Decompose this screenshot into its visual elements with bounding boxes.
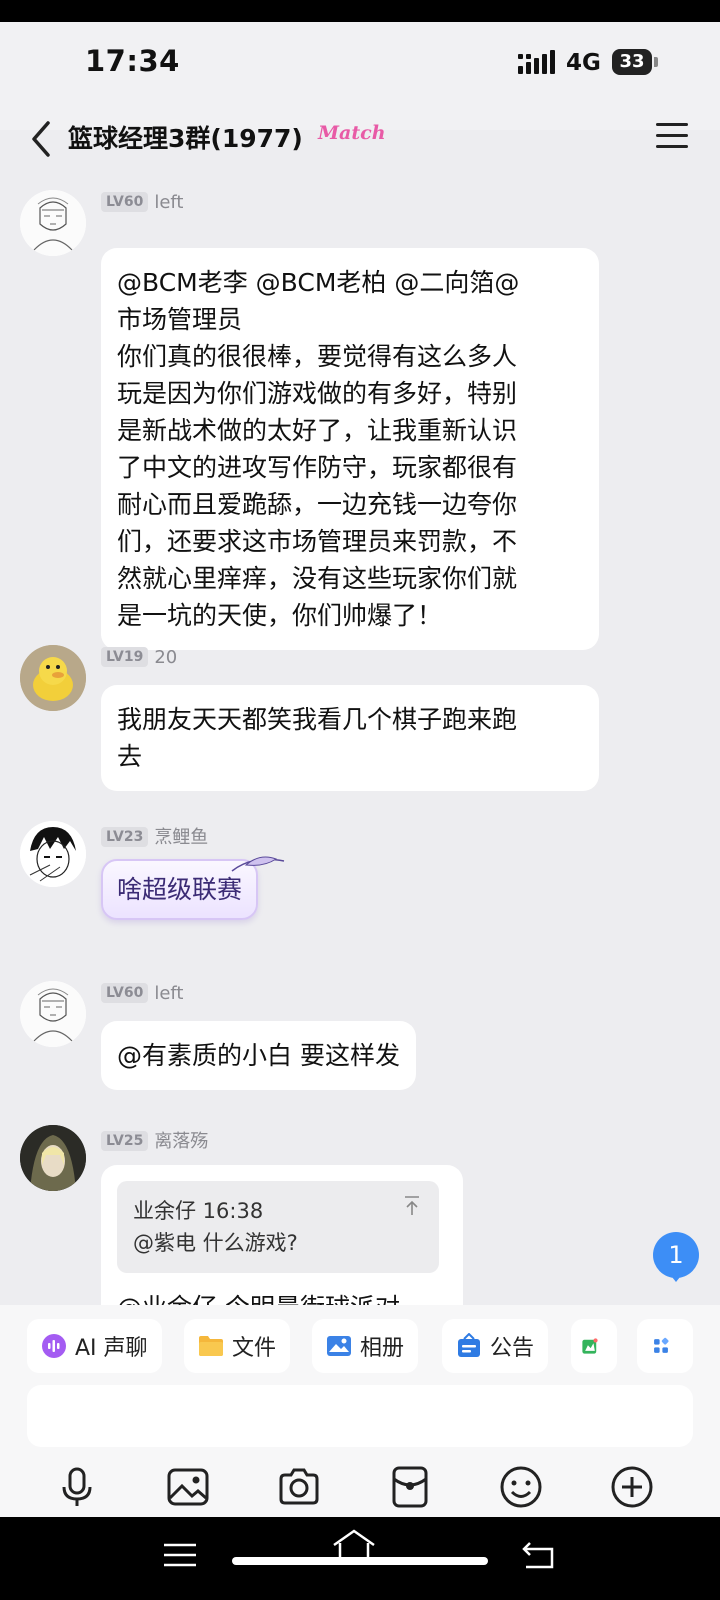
ai-voice-button[interactable]: AI 声聊 xyxy=(27,1319,162,1373)
message-bubble[interactable]: @有素质的小白 要这样发 xyxy=(101,1021,416,1090)
quote-text: @紫电 什么游戏? xyxy=(133,1231,298,1255)
sender-name[interactable]: left xyxy=(154,192,183,213)
flag-icon xyxy=(582,1338,598,1354)
network-type: 4G xyxy=(566,50,601,76)
message-line: 是新战术做的太好了，让我重新认识 xyxy=(117,416,518,445)
chip-label: 公告 xyxy=(490,1336,535,1361)
avatar[interactable] xyxy=(20,981,86,1047)
message-input[interactable] xyxy=(27,1385,693,1447)
sketch-avatar-icon xyxy=(20,981,86,1047)
avatar[interactable] xyxy=(20,821,86,887)
level-badge: LV23 xyxy=(101,827,149,847)
hooded-avatar-icon xyxy=(20,1125,86,1191)
chip-label: 相册 xyxy=(360,1336,405,1361)
avatar[interactable] xyxy=(20,645,86,711)
sender-meta: LV19 20 xyxy=(101,647,177,668)
message-line: 们，还要求这市场管理员来罚款，不 xyxy=(117,527,518,556)
recent-apps-icon[interactable] xyxy=(160,1539,200,1571)
message-bubble[interactable]: @BCM老李 @BCM老柏 @二向箔@ 市场管理员 你们真的很很棒，要觉得有这么… xyxy=(101,248,599,650)
message-text: @有素质的小白 要这样发 xyxy=(117,1041,400,1070)
quote-author: 业余仔 16:38 xyxy=(133,1199,264,1223)
sender-name[interactable]: 烹鲤鱼 xyxy=(154,827,208,848)
plus-icon[interactable] xyxy=(610,1465,654,1509)
camera-icon[interactable] xyxy=(277,1465,321,1509)
message-line: 了中文的进攻写作防守，玩家都很有 xyxy=(117,453,518,482)
chat-header: 篮球经理3群(1977) Match xyxy=(0,105,720,173)
sender-meta: LV60 left xyxy=(101,192,183,213)
message-list[interactable]: LV60 left @BCM老李 @BCM老柏 @二向箔@ 市场管理员 你们真的很… xyxy=(0,173,720,1305)
back-arrow-icon[interactable] xyxy=(22,115,62,163)
message-text: 啥超级联赛 xyxy=(117,875,243,904)
file-button[interactable]: 文件 xyxy=(184,1319,291,1373)
message-line: 我朋友天天都笑我看几个棋子跑来跑 xyxy=(117,705,518,734)
input-toolbar: AI 声聊 文件 相册 公告 xyxy=(0,1305,720,1517)
level-badge: LV60 xyxy=(101,192,149,212)
message-line: 你们真的很很棒，要觉得有这么多人 xyxy=(117,342,518,371)
chip-label: AI 声聊 xyxy=(75,1336,148,1361)
message-line: 玩是因为你们游戏做的有多好，特别 xyxy=(117,379,518,408)
sender-meta: LV23 烹鲤鱼 xyxy=(101,823,208,849)
sender-name[interactable]: left xyxy=(154,983,183,1004)
message-line: 是一坑的天使，你们帅爆了！ xyxy=(117,601,443,630)
message-line: 去 xyxy=(117,742,143,771)
battery-icon: 33 xyxy=(612,49,652,75)
apps-grid-icon xyxy=(654,1337,669,1353)
avatar[interactable] xyxy=(20,190,86,256)
menu-icon[interactable] xyxy=(656,123,688,151)
home-icon[interactable] xyxy=(330,1527,378,1563)
unread-badge-tail xyxy=(668,1272,684,1282)
match-badge[interactable]: Match xyxy=(318,122,386,144)
status-bar-edge xyxy=(0,0,720,22)
chip-label: 文件 xyxy=(232,1336,277,1361)
message-line: 然就心里痒痒，没有这些玩家你们就 xyxy=(117,564,518,593)
level-badge: LV25 xyxy=(101,1131,149,1151)
quoted-message[interactable]: 业余仔 16:38 @紫电 什么游戏? xyxy=(117,1181,439,1273)
flag-button[interactable] xyxy=(571,1319,617,1373)
anime-avatar-icon xyxy=(20,821,86,887)
message-line: 耐心而且爱跪舔，一边充钱一边夸你 xyxy=(117,490,518,519)
battery-tip xyxy=(654,57,658,67)
duck-avatar-icon xyxy=(20,645,86,711)
emoji-icon[interactable] xyxy=(499,1465,543,1509)
message-line: 市场管理员 xyxy=(117,305,243,334)
sender-name[interactable]: 离落殇 xyxy=(154,1131,208,1152)
system-navigation-bar xyxy=(0,1517,720,1600)
album-icon xyxy=(327,1336,351,1356)
feather-decoration-icon xyxy=(231,856,285,872)
message-bubble[interactable]: 我朋友天天都笑我看几个棋子跑来跑 去 xyxy=(101,685,599,791)
announcement-icon xyxy=(458,1333,480,1357)
announcement-button[interactable]: 公告 xyxy=(442,1319,549,1373)
avatar[interactable] xyxy=(20,1125,86,1191)
group-title[interactable]: 篮球经理3群(1977) xyxy=(68,119,303,155)
image-icon[interactable] xyxy=(166,1465,210,1509)
level-badge: LV60 xyxy=(101,983,149,1003)
back-icon[interactable] xyxy=(518,1539,558,1571)
sender-meta: LV25 离落殇 xyxy=(101,1127,208,1153)
ai-voice-icon xyxy=(42,1334,66,1358)
message-text: @业余仔 今明晨街球派对 xyxy=(117,1289,443,1305)
sketch-avatar-icon xyxy=(20,190,86,256)
sender-meta: LV60 left xyxy=(101,983,183,1004)
signal-icon xyxy=(518,50,555,74)
level-badge: LV19 xyxy=(101,647,149,667)
sender-name[interactable]: 20 xyxy=(154,647,177,668)
message-line: @BCM老李 @BCM老柏 @二向箔@ xyxy=(117,268,520,297)
reply-message-bubble[interactable]: 业余仔 16:38 @紫电 什么游戏? @业余仔 今明晨街球派对 xyxy=(101,1165,463,1305)
folder-icon xyxy=(199,1336,223,1356)
status-time: 17:34 xyxy=(85,44,180,78)
red-packet-icon[interactable] xyxy=(388,1465,432,1509)
jump-to-top-icon[interactable] xyxy=(403,1195,421,1217)
album-button[interactable]: 相册 xyxy=(312,1319,419,1373)
more-apps-button[interactable] xyxy=(637,1319,693,1373)
microphone-icon[interactable] xyxy=(55,1465,99,1509)
